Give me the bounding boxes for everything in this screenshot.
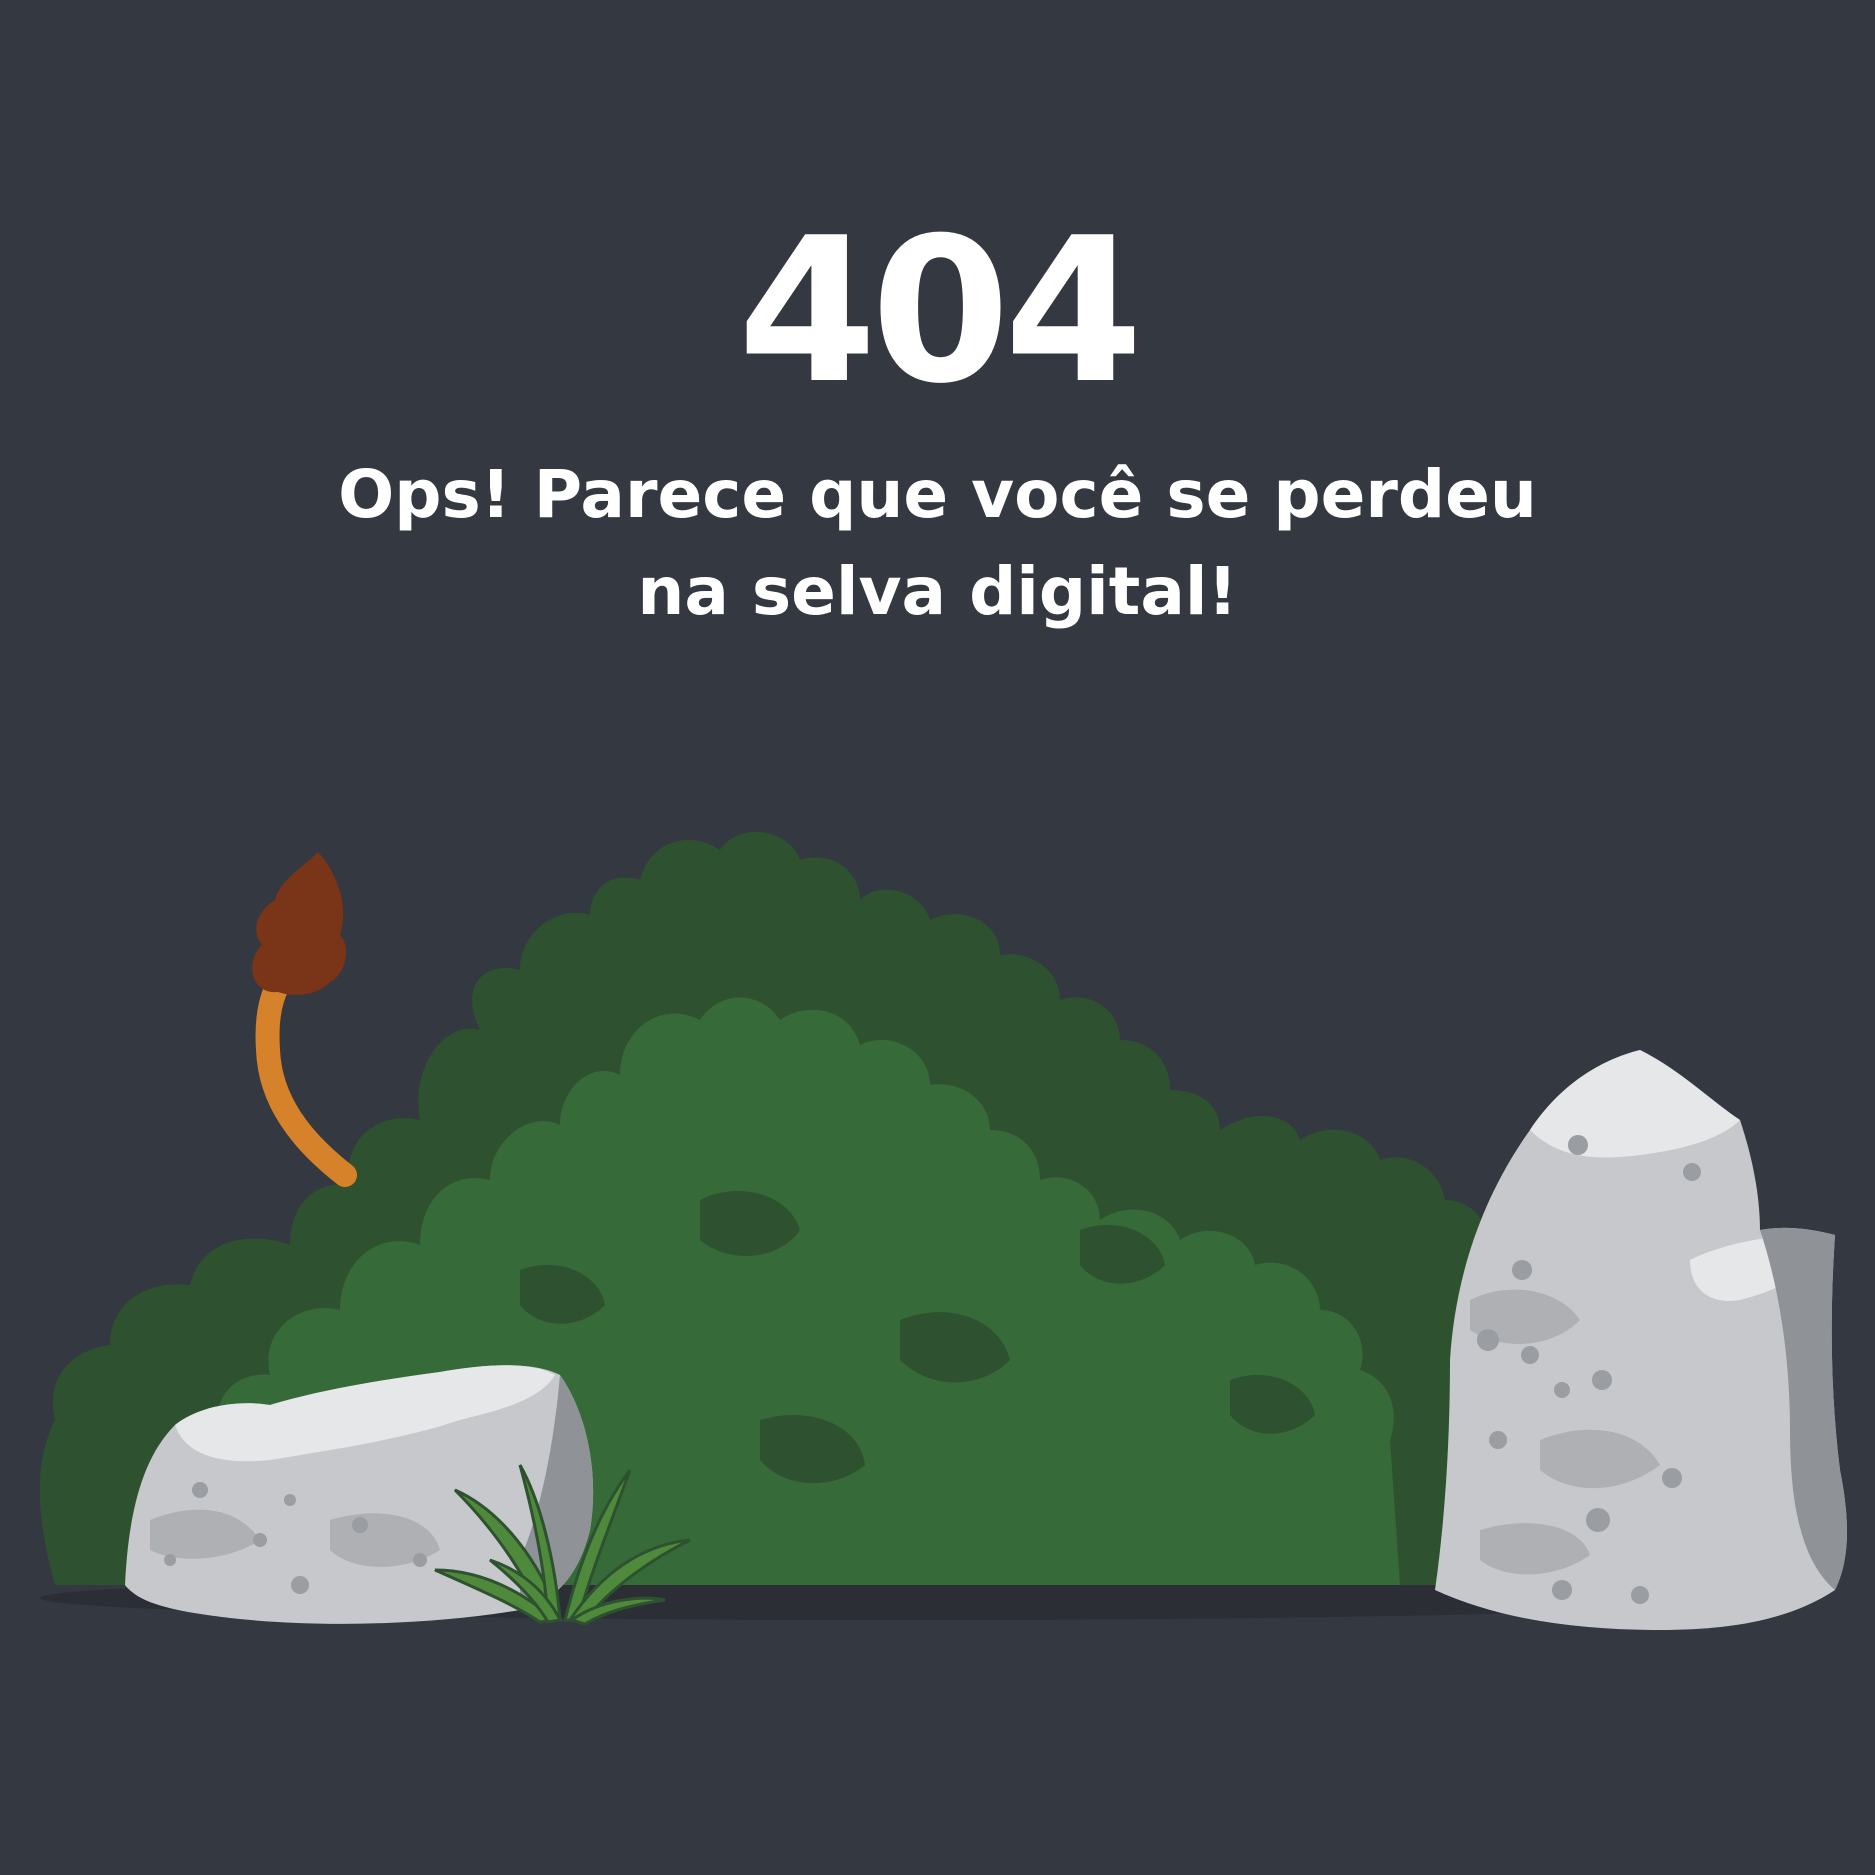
jungle-illustration <box>39 831 1847 1630</box>
right-rock <box>1435 1050 1847 1630</box>
tail <box>252 852 357 1187</box>
